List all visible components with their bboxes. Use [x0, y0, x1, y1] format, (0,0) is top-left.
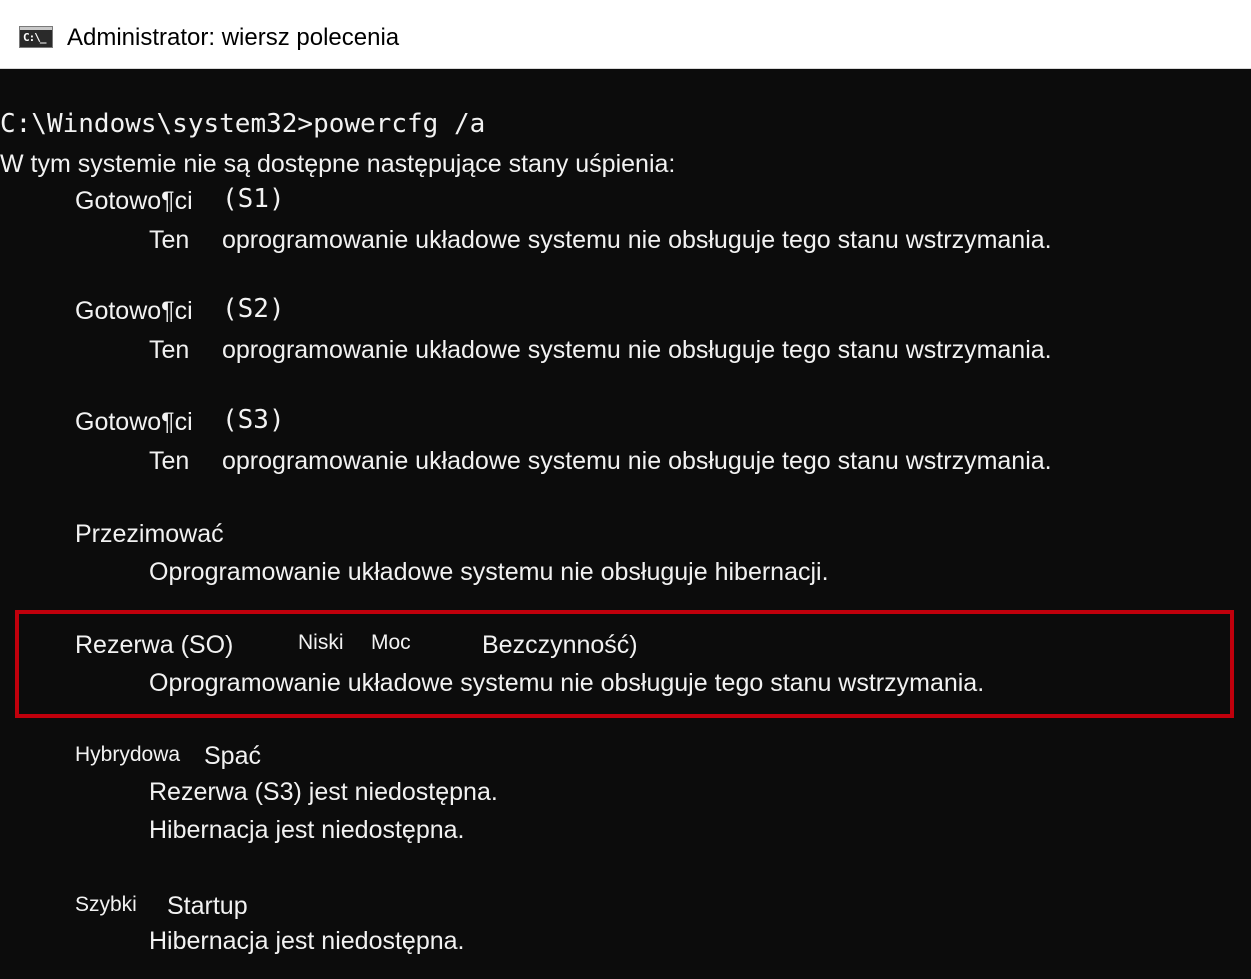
fast-startup-state-name-startup: Startup — [167, 892, 248, 920]
s2-desc-lead: Ten — [149, 336, 190, 364]
s0-state-name-power: Moc — [371, 631, 411, 654]
hybrid-state-name: Hybrydowa — [75, 743, 181, 766]
s1-description: oprogramowanie układowe systemu nie obsł… — [222, 226, 1052, 254]
intro-line: W tym systemie nie są dostępne następują… — [0, 150, 676, 178]
s3-description: oprogramowanie układowe systemu nie obsł… — [222, 447, 1052, 475]
cmd-icon-glyph: C:\_ — [23, 31, 46, 44]
hybrid-description-hibernate: Hibernacja jest niedostępna. — [149, 816, 465, 844]
s3-desc-lead: Ten — [149, 447, 190, 475]
hybrid-description-standby: Rezerwa (S3) jest niedostępna. — [149, 778, 498, 806]
s3-state-code: (S3) — [222, 405, 285, 435]
hibernate-state-name: Przezimować — [75, 520, 224, 548]
hybrid-state-name-sleep: Spać — [204, 742, 261, 770]
s2-state-code: (S2) — [222, 294, 285, 324]
fast-startup-description: Hibernacja jest niedostępna. — [149, 927, 465, 955]
s0-state-name: Rezerwa (SO) — [75, 631, 234, 659]
hibernate-description: Oprogramowanie układowe systemu nie obsł… — [149, 558, 829, 586]
s1-state-code: (S1) — [222, 184, 285, 214]
s0-state-name-low: Niski — [298, 631, 344, 654]
s1-state-name: Gotowo¶ci — [75, 187, 193, 215]
s2-description: oprogramowanie układowe systemu nie obsł… — [222, 336, 1052, 364]
s2-state-name: Gotowo¶ci — [75, 297, 193, 325]
cmd-icon: C:\_ — [19, 26, 53, 48]
s0-state-name-idle: Bezczynność) — [482, 631, 638, 659]
command-prompt-line: C:\Windows\system32>powercfg /a — [0, 109, 486, 139]
window-title: Administrator: wiersz polecenia — [67, 24, 400, 51]
console-output[interactable]: C:\Windows\system32>powercfg /a W tym sy… — [0, 69, 1251, 979]
fast-startup-state-name: Szybki — [75, 893, 137, 916]
s0-highlight-box — [15, 610, 1234, 718]
s3-state-name: Gotowo¶ci — [75, 408, 193, 436]
s1-desc-lead: Ten — [149, 226, 190, 254]
s0-description: Oprogramowanie układowe systemu nie obsł… — [149, 669, 985, 697]
title-bar[interactable]: C:\_ Administrator: wiersz polecenia — [0, 0, 1251, 69]
command-prompt-window: C:\_ Administrator: wiersz polecenia C:\… — [0, 0, 1251, 979]
